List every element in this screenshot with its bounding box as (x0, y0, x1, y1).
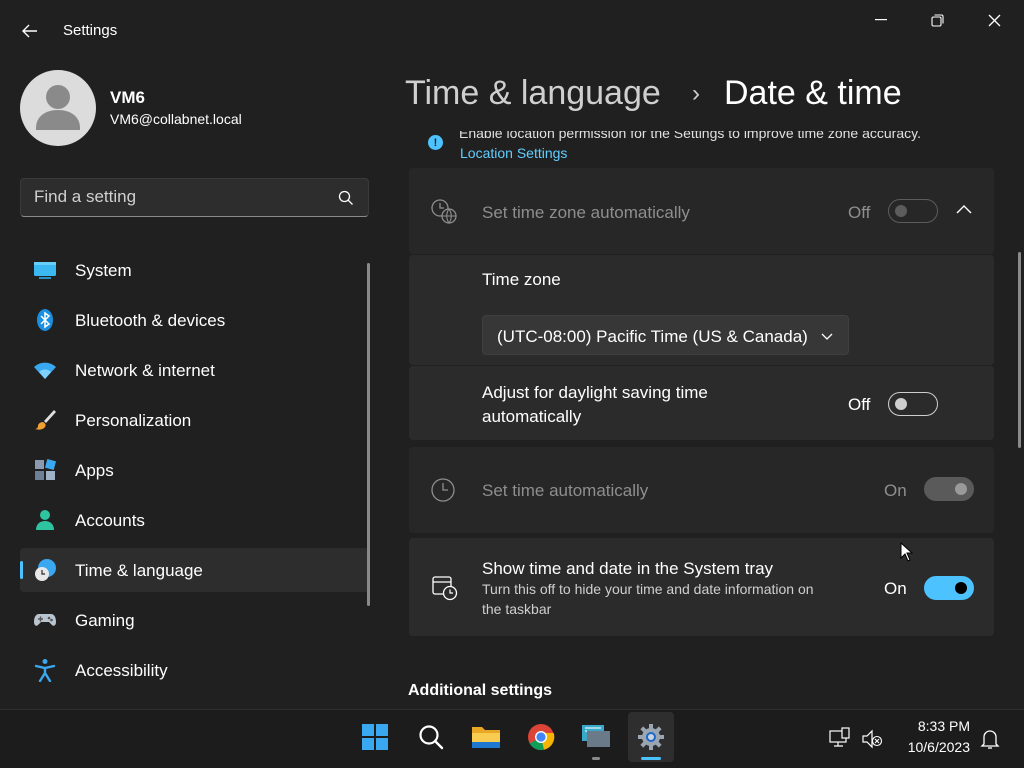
user-silhouette-icon (36, 85, 80, 130)
taskbar-search-button[interactable] (408, 712, 454, 762)
location-settings-link[interactable]: Location Settings (460, 145, 567, 161)
start-button[interactable] (352, 712, 398, 762)
sidebar-item-label: Time & language (75, 561, 203, 580)
sidebar-item-network[interactable]: Network & internet (20, 348, 369, 392)
systray-toggle[interactable] (924, 576, 974, 600)
daylight-label-line2: automatically (482, 407, 582, 426)
chrome-button[interactable] (518, 712, 564, 762)
maximize-icon (930, 13, 944, 27)
close-icon (988, 14, 1000, 26)
active-indicator (20, 561, 23, 579)
app-title: Settings (63, 22, 118, 39)
auto-timezone-toggle[interactable] (888, 199, 938, 223)
sidebar-item-time-language[interactable]: Time & language (20, 548, 369, 592)
display-tray-icon[interactable] (829, 727, 851, 749)
apps-icon (35, 458, 57, 480)
sidebar-item-label: System (75, 261, 132, 280)
timezone-dropdown[interactable]: (UTC-08:00) Pacific Time (US & Canada) (482, 315, 849, 355)
daylight-label-line1: Adjust for daylight saving time (482, 383, 708, 402)
breadcrumb-parent[interactable]: Time & language (405, 74, 661, 113)
search-box[interactable] (20, 178, 369, 217)
sidebar-item-label: Personalization (75, 411, 192, 430)
active-app-indicator (641, 757, 661, 760)
sidebar-item-personalization[interactable]: Personalization (20, 398, 369, 442)
systray-description-line1: Turn this off to hide your time and date… (482, 581, 814, 597)
search-icon (419, 725, 444, 750)
system-icon (34, 262, 56, 279)
accounts-icon (36, 510, 54, 530)
calendar-clock-icon (432, 576, 458, 601)
volume-muted-icon[interactable] (861, 728, 883, 750)
close-button[interactable] (971, 4, 1017, 36)
systray-state: On (884, 579, 907, 598)
user-email: VM6@collabnet.local (110, 111, 242, 127)
back-arrow-icon (22, 24, 37, 38)
brush-icon (35, 410, 56, 430)
info-text: Enable location permission for the Setti… (459, 125, 921, 141)
sidebar-item-label: Apps (75, 461, 114, 480)
auto-timezone-state: Off (848, 203, 871, 222)
search-input[interactable] (34, 187, 324, 207)
avatar[interactable] (20, 70, 96, 146)
sidebar-item-accounts[interactable]: Accounts (20, 498, 369, 542)
auto-time-label: Set time automatically (482, 481, 649, 500)
notification-bell-icon[interactable] (980, 728, 1000, 750)
sidebar-item-gaming[interactable]: Gaming (20, 598, 369, 642)
main-scrollbar[interactable] (1018, 252, 1021, 448)
daylight-toggle[interactable] (888, 392, 938, 416)
maximize-button[interactable] (914, 4, 960, 36)
breadcrumb-separator: › (692, 80, 700, 107)
bluetooth-icon (37, 309, 53, 331)
minimize-icon (875, 19, 887, 21)
file-explorer-icon (472, 727, 500, 748)
timezone-globe-icon (431, 199, 457, 224)
clock-date[interactable]: 10/6/2023 (900, 739, 970, 755)
auto-time-state: On (884, 481, 907, 500)
timezone-value: (UTC-08:00) Pacific Time (US & Canada) (497, 327, 808, 346)
chrome-icon (528, 724, 555, 751)
info-icon: ! (428, 135, 443, 150)
settings-taskbar-button[interactable] (628, 712, 674, 762)
sidebar-item-system[interactable]: System (20, 248, 369, 292)
daylight-state: Off (848, 395, 871, 414)
clock-time[interactable]: 8:33 PM (915, 718, 970, 734)
file-explorer-button[interactable] (463, 712, 509, 762)
sidebar-item-label: Accessibility (75, 661, 168, 680)
sidebar-item-label: Gaming (75, 611, 135, 630)
wifi-icon (34, 362, 56, 379)
systray-description-line2: the taskbar (482, 601, 552, 617)
page-title: Date & time (724, 74, 902, 112)
sidebar-item-accessibility[interactable]: Accessibility (20, 648, 369, 692)
sidebar-item-bluetooth[interactable]: Bluetooth & devices (20, 298, 369, 342)
back-button[interactable] (14, 16, 46, 46)
gaming-icon (34, 614, 56, 626)
start-icon (362, 724, 388, 750)
minimize-button[interactable] (858, 4, 904, 36)
timezone-label: Time zone (482, 270, 561, 289)
settings-icon (638, 724, 664, 750)
clock-icon (431, 478, 455, 502)
chevron-up-icon[interactable] (956, 205, 972, 215)
running-indicator (592, 757, 600, 760)
auto-time-toggle[interactable] (924, 477, 974, 501)
mouse-cursor-icon (900, 542, 914, 562)
remote-desktop-button[interactable] (573, 712, 619, 762)
systray-label: Show time and date in the System tray (482, 559, 774, 578)
sidebar-item-label: Bluetooth & devices (75, 311, 226, 330)
sidebar-item-label: Accounts (75, 511, 145, 530)
accessibility-icon (34, 659, 56, 682)
sidebar-item-label: Network & internet (75, 361, 215, 380)
additional-settings-heading: Additional settings (408, 682, 552, 699)
time-language-icon (35, 559, 56, 581)
remote-desktop-icon (582, 725, 610, 747)
auto-timezone-label: Set time zone automatically (482, 203, 690, 222)
user-name: VM6 (110, 88, 145, 107)
sidebar-item-apps[interactable]: Apps (20, 448, 369, 492)
search-icon[interactable] (338, 190, 354, 206)
chevron-down-icon (821, 333, 833, 340)
sidebar-scrollbar[interactable] (367, 263, 370, 606)
